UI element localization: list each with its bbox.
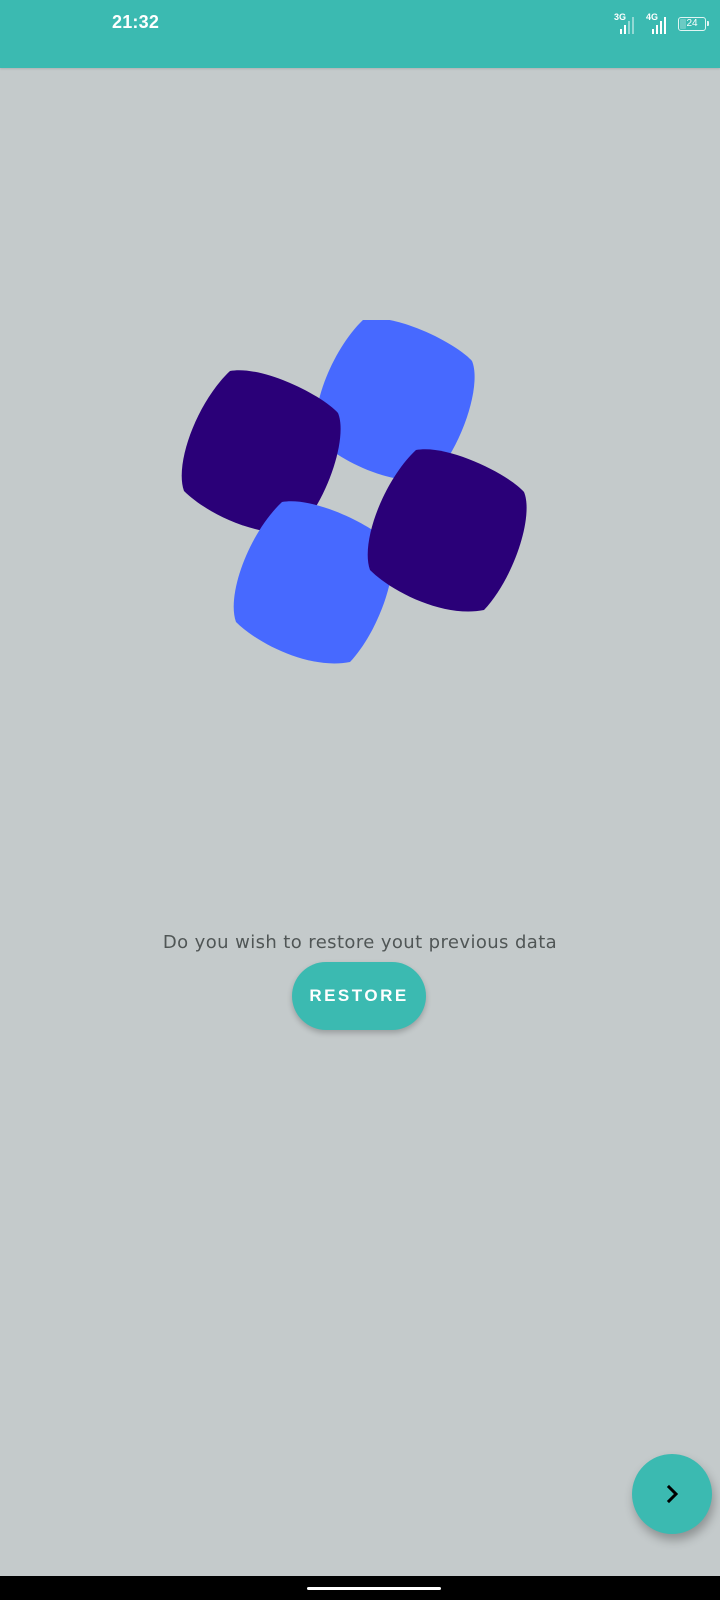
battery-level: 24: [686, 18, 698, 29]
app-logo-icon: [181, 320, 527, 664]
chevron-right-icon: [666, 1484, 679, 1504]
status-bar: 21:32 3G 4G 24: [0, 0, 720, 68]
next-button[interactable]: [632, 1454, 712, 1534]
status-time: 21:32: [112, 12, 160, 32]
restore-button[interactable]: RESTORE: [292, 962, 426, 1030]
network-3g-signal-icon: 3G: [614, 13, 640, 35]
restore-prompt: Do you wish to restore yout previous dat…: [162, 932, 558, 953]
status-icons: 3G 4G 24: [614, 12, 709, 36]
network-4g-signal-icon: 4G: [646, 13, 672, 35]
battery-icon: 24: [678, 17, 709, 31]
home-indicator[interactable]: [307, 1587, 441, 1590]
navigation-bar: [0, 1576, 720, 1600]
